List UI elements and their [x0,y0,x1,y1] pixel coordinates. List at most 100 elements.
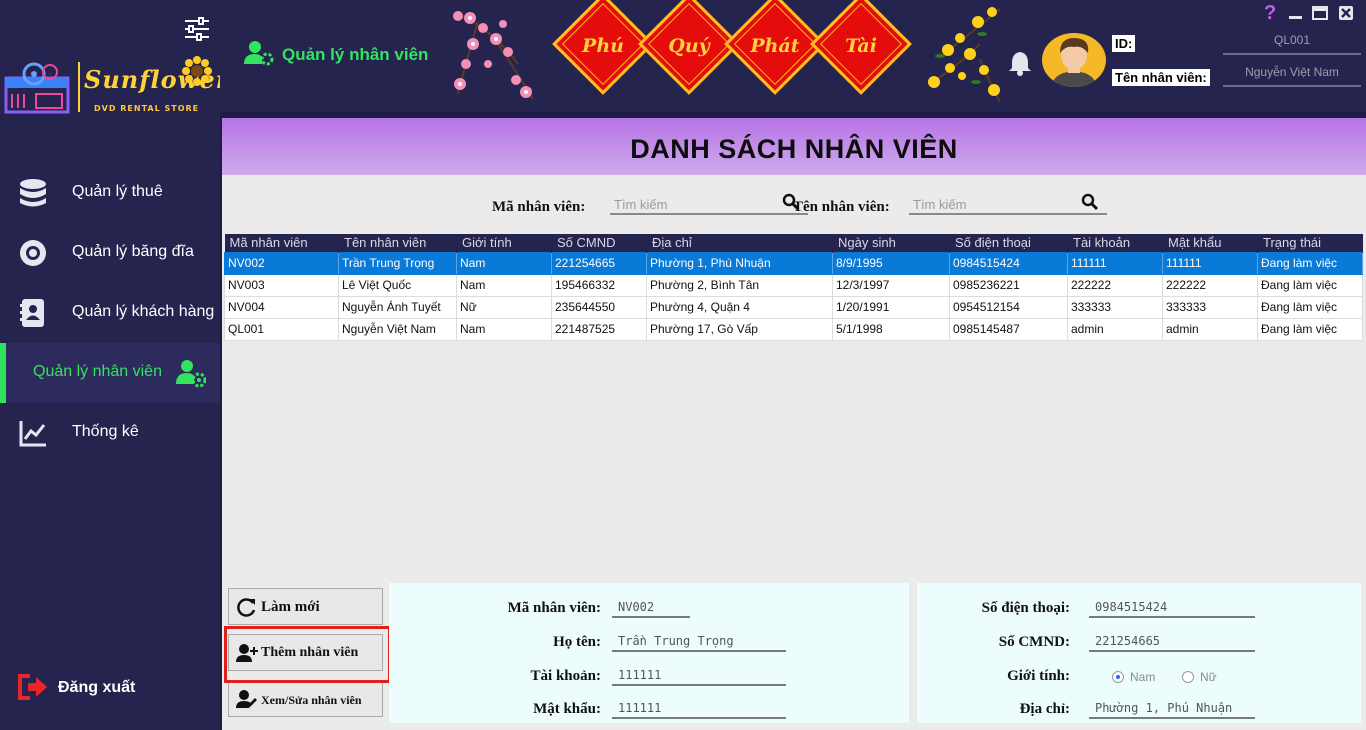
table-cell[interactable]: Phường 4, Quận 4 [646,295,833,319]
phone-field[interactable]: 0984515424 [1089,598,1255,618]
table-cell[interactable]: admin [1067,317,1163,341]
table-cell[interactable]: Đang làm việc [1257,251,1363,275]
table-cell[interactable]: Đang làm việc [1257,295,1363,319]
minimize-icon[interactable] [1288,6,1304,20]
table-cell[interactable]: Đang làm việc [1257,317,1363,341]
table-cell[interactable]: admin [1162,317,1258,341]
search-code-input[interactable] [614,195,764,213]
add-employee-label: Thêm nhân viên [261,645,359,660]
table-row[interactable]: NV003 Lê Việt Quốc Nam 195466332 Phường … [224,273,1363,297]
column-header[interactable]: Số CMND [551,234,647,252]
table-cell[interactable]: NV004 [224,295,339,319]
table-cell[interactable]: 195466332 [551,273,647,297]
address-field[interactable]: Phường 1, Phú Nhuận [1089,699,1255,719]
fullname-field[interactable]: Trần Trung Trọng [612,632,786,652]
table-row[interactable]: NV002 Trần Trung Trọng Nam 221254665 Phư… [224,251,1363,275]
table-cell[interactable]: Lê Việt Quốc [338,273,457,297]
table-cell[interactable]: Nữ [456,295,552,319]
address-label: Địa chỉ: [1019,701,1070,717]
table-cell[interactable]: Phường 2, Bình Tân [646,273,833,297]
sidebar-item-label: Quản lý nhân viên [33,363,162,380]
sidebar-item-statistics[interactable]: Thống kê [0,403,220,463]
table-cell[interactable]: Đang làm việc [1257,273,1363,297]
table-cell[interactable]: Trần Trung Trọng [338,251,457,275]
search-icon[interactable] [1081,193,1099,211]
table-cell[interactable]: 0985236221 [949,273,1068,297]
idcard-field[interactable]: 221254665 [1089,632,1255,652]
maximize-icon[interactable] [1312,6,1328,20]
gender-female-label: Nữ [1200,670,1217,684]
table-cell[interactable]: 0954512154 [949,295,1068,319]
table-cell[interactable]: 0984515424 [949,251,1068,275]
table-cell[interactable]: Nam [456,251,552,275]
search-name-input[interactable] [913,195,1063,213]
table-cell[interactable]: Nguyễn Việt Nam [338,317,457,341]
table-cell[interactable]: NV003 [224,273,339,297]
table-cell[interactable]: NV002 [224,251,339,275]
column-header[interactable]: Ngày sinh [832,234,950,252]
table-cell[interactable]: 0985145487 [949,317,1068,341]
title-bar: DANH SÁCH NHÂN VIÊN [222,118,1366,175]
banner-text-2: Quý [668,35,710,57]
banner-text-3: Phát [750,35,800,57]
main-content: DANH SÁCH NHÂN VIÊN Mã nhân viên: Tên nh… [222,118,1366,730]
sidebar-item-employees[interactable]: Quản lý nhân viên [0,343,220,403]
table-cell[interactable]: 221254665 [551,251,647,275]
table-cell[interactable]: QL001 [224,317,339,341]
avatar[interactable] [1042,33,1106,87]
sidebar-item-discs[interactable]: Quản lý băng đĩa [0,223,220,283]
logout-button[interactable]: Đăng xuất [18,672,178,704]
column-header[interactable]: Địa chỉ [646,234,833,252]
column-header[interactable]: Số điện thoại [949,234,1068,252]
store-logo: Sunflower DVD RENTAL STORE [4,56,228,120]
column-header[interactable]: Tài khoản [1067,234,1163,252]
column-header[interactable]: Mật khẩu [1162,234,1258,252]
edit-employee-button[interactable]: Xem/Sửa nhân viên [228,680,383,717]
table-cell[interactable]: 221487525 [551,317,647,341]
table-cell[interactable]: Phường 1, Phú Nhuận [646,251,833,275]
sidebar-item-label: Quản lý băng đĩa [72,243,194,260]
table-cell[interactable]: 333333 [1067,295,1163,319]
bell-icon[interactable] [1008,50,1032,76]
chart-line-icon [19,421,46,447]
table-cell[interactable]: 222222 [1162,273,1258,297]
user-id-value: QL001 [1223,33,1361,55]
table-cell[interactable]: 5/1/1998 [832,317,950,341]
column-header[interactable]: Tên nhân viên [338,234,457,252]
table-cell[interactable]: 235644550 [551,295,647,319]
table-row[interactable]: NV004 Nguyễn Ánh Tuyết Nữ 235644550 Phườ… [224,295,1363,319]
search-code-label: Mã nhân viên: [492,199,586,215]
column-header[interactable]: Mã nhân viên [224,234,339,252]
menu-settings-icon[interactable] [183,17,211,41]
table-cell[interactable]: 222222 [1067,273,1163,297]
sidebar-item-rentals[interactable]: Quản lý thuê [0,163,220,223]
refresh-label: Làm mới [261,599,320,615]
table-cell[interactable]: 111111 [1162,251,1258,275]
code-label: Mã nhân viên: [507,600,601,616]
user-id-label: ID: [1112,35,1136,52]
code-field[interactable]: NV002 [612,598,690,618]
table-cell[interactable]: Nguyễn Ánh Tuyết [338,295,457,319]
apricot-blossom-decoration [928,7,1001,103]
table-cell[interactable]: 8/9/1995 [832,251,950,275]
add-employee-button[interactable]: Thêm nhân viên [228,634,383,671]
table-cell[interactable]: Nam [456,317,552,341]
table-cell[interactable]: 12/3/1997 [832,273,950,297]
gender-label: Giới tính: [1007,668,1070,684]
table-cell[interactable]: 333333 [1162,295,1258,319]
account-field[interactable]: 111111 [612,666,786,686]
table-cell[interactable]: Phường 17, Gò Vấp [646,317,833,341]
table-row[interactable]: QL001 Nguyễn Việt Nam Nam 221487525 Phườ… [224,317,1363,341]
close-icon[interactable] [1338,6,1354,20]
help-icon[interactable]: ? [1264,2,1276,25]
password-field[interactable]: 111111 [612,699,786,719]
column-header[interactable]: Trạng thái [1257,234,1363,252]
table-cell[interactable]: 1/20/1991 [832,295,950,319]
column-header[interactable]: Giới tính [456,234,552,252]
employee-detail-form-right: Số điện thoại: 0984515424 Số CMND: 22125… [917,583,1361,723]
sidebar-item-customers[interactable]: Quản lý khách hàng [0,283,220,343]
table-cell[interactable]: 111111 [1067,251,1163,275]
table-cell[interactable]: Nam [456,273,552,297]
refresh-button[interactable]: Làm mới [228,588,383,625]
logout-icon [18,674,47,700]
